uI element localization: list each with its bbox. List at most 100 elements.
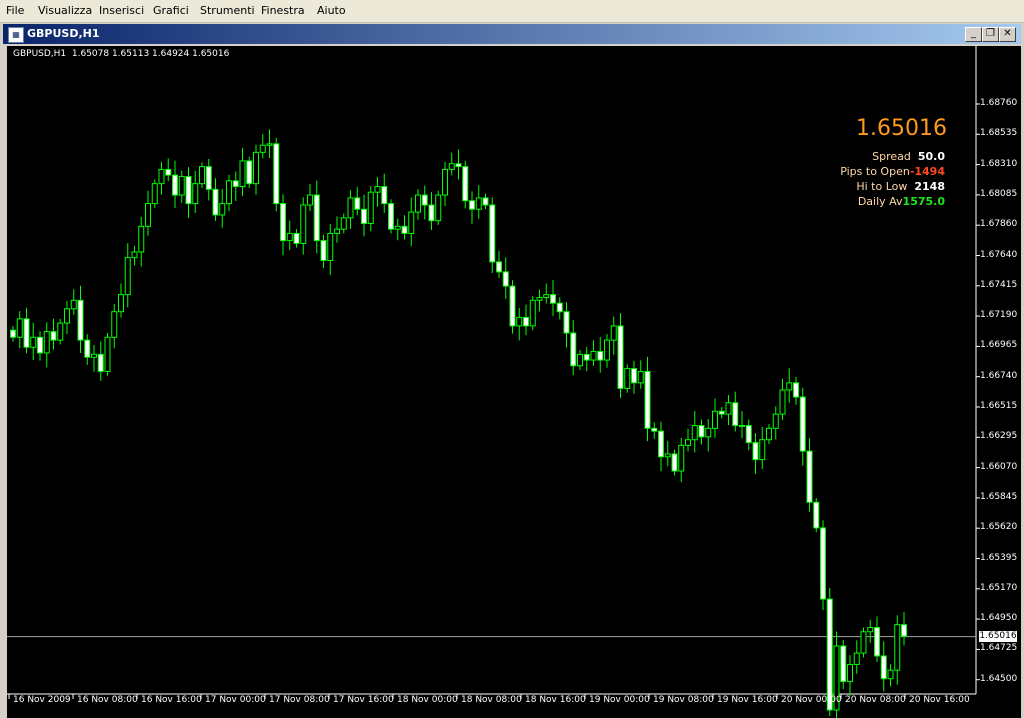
candle-body — [205, 166, 212, 190]
menu-aiuto[interactable]: Aiuto — [317, 4, 346, 17]
candle-body — [786, 382, 793, 391]
x-axis-label: 20 Nov 08:00 — [845, 695, 906, 705]
candle-body — [516, 316, 523, 327]
chart-canvas[interactable]: GBPUSD,H1 1.65078 1.65113 1.64924 1.6501… — [7, 46, 1021, 718]
candle-body — [685, 439, 691, 446]
ohlc-header: GBPUSD,H1 1.65078 1.65113 1.64924 1.6501… — [13, 49, 230, 59]
candle-body — [860, 631, 867, 654]
candle-body — [408, 211, 415, 234]
candle-body — [131, 251, 138, 259]
candle-body — [759, 439, 766, 461]
candle-body — [334, 228, 340, 234]
candle-body — [30, 336, 37, 348]
candle-body — [239, 160, 246, 188]
candle-body — [550, 294, 556, 304]
x-axis-label: 20 Nov 16:00 — [909, 695, 970, 705]
info-daily-value: 1575.0 — [902, 195, 945, 208]
candle-body — [590, 351, 597, 361]
candle-body — [745, 424, 752, 444]
restore-button[interactable]: ❐ — [982, 27, 999, 42]
x-axis-label: 19 Nov 00:00 — [589, 695, 650, 705]
info-hilo-value: 2148 — [914, 180, 945, 193]
minimize-button[interactable]: _ — [965, 27, 982, 42]
candle-body — [806, 450, 813, 503]
candle-body — [320, 240, 327, 261]
candle-body — [347, 197, 354, 219]
candle-body — [428, 204, 435, 222]
candle-body — [752, 442, 759, 461]
y-axis-label: 1.64500 — [980, 673, 1018, 684]
candle-body — [374, 186, 381, 193]
candle-body — [732, 402, 739, 426]
close-button[interactable]: ✕ — [999, 27, 1016, 42]
candle-body — [826, 598, 833, 711]
info-pips-row: Pips to Open-1494 — [840, 165, 945, 178]
menu-inserisci[interactable]: Inserisci — [99, 4, 144, 17]
candle-body — [124, 257, 131, 296]
candle-body — [624, 368, 631, 390]
info-price: 1.65016 — [856, 116, 947, 141]
menu-grafici[interactable]: Grafici — [153, 4, 189, 17]
y-axis-label: 1.66515 — [980, 401, 1018, 411]
candle-body — [185, 176, 192, 205]
candle-body — [57, 322, 64, 341]
candle-body — [165, 168, 172, 176]
candle-body — [158, 168, 165, 185]
candle-body — [172, 174, 178, 196]
info-spread-value: 50.0 — [917, 150, 945, 163]
menu-strumenti[interactable]: Strumenti — [200, 4, 255, 17]
y-axis-label: 1.65395 — [980, 552, 1018, 563]
x-axis-label: 17 Nov 08:00 — [269, 695, 330, 705]
candle-body — [793, 382, 799, 398]
candle-body — [192, 183, 199, 205]
candle-body — [536, 296, 543, 301]
chart-window-icon: ▦ — [8, 27, 24, 43]
candle-body — [698, 424, 705, 438]
candle-body — [604, 339, 610, 361]
candle-body — [178, 176, 185, 196]
candle-body — [50, 331, 57, 341]
y-axis-label: 1.66740 — [980, 370, 1018, 381]
candle-body — [894, 624, 901, 671]
candle-body — [509, 285, 516, 327]
info-hilo-label: Hi to Low — [856, 180, 908, 193]
candle-body — [570, 332, 577, 367]
candle-body — [462, 166, 469, 202]
candle-body — [637, 370, 644, 384]
menu-finestra[interactable]: Finestra — [261, 4, 305, 17]
candle-body — [145, 203, 151, 227]
candle-body — [421, 194, 428, 206]
candle-body — [901, 624, 907, 637]
window-titlebar[interactable]: ▦ GBPUSD,H1 _ ❐ ✕ — [3, 24, 1021, 44]
candlestick-chart[interactable] — [7, 46, 1021, 718]
x-axis-label: 17 Nov 16:00 — [333, 695, 394, 705]
candle-body — [104, 336, 111, 372]
candle-body — [847, 663, 853, 683]
candle-body — [610, 325, 617, 341]
y-axis-label: 1.65170 — [980, 582, 1018, 593]
candle-body — [718, 410, 725, 415]
candle-body — [489, 204, 496, 263]
menu-file[interactable]: File — [6, 4, 24, 17]
candle-body — [212, 188, 219, 216]
candle-body — [799, 396, 806, 452]
candle-body — [37, 336, 43, 354]
candle-body — [435, 194, 442, 222]
candle-body — [874, 626, 880, 657]
x-axis-label: 20 Nov 00:00 — [781, 695, 842, 705]
candle-body — [111, 311, 118, 338]
candle-body — [388, 203, 394, 230]
y-axis-label: 1.67860 — [980, 219, 1018, 230]
candle-body — [880, 655, 887, 680]
info-daily-row: Daily Av1575.0 — [858, 195, 945, 208]
candle-body — [43, 331, 50, 354]
candle-body — [138, 225, 145, 253]
candle-body — [367, 191, 374, 224]
candle-body — [340, 217, 347, 230]
candle-body — [469, 200, 475, 210]
candle-body — [543, 294, 550, 298]
candle-body — [577, 353, 583, 367]
candle-body — [313, 194, 320, 242]
y-axis-label: 1.67190 — [980, 310, 1018, 321]
menu-visualizza[interactable]: Visualizza — [38, 4, 92, 17]
